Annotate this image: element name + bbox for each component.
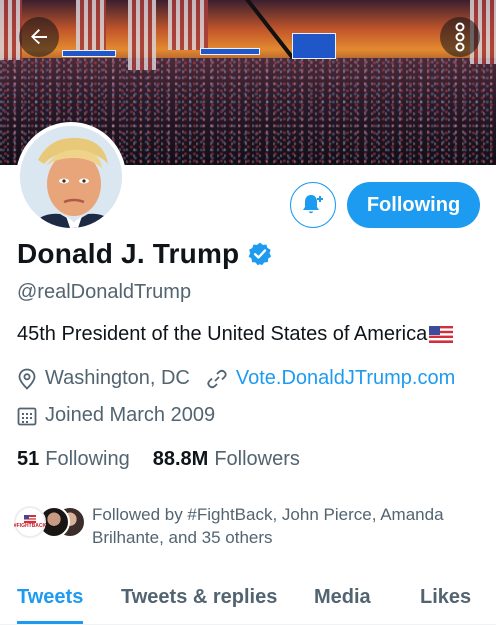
location-website-row: Washington, DC Vote.DonaldJTrump.com (17, 367, 455, 390)
tab-likes[interactable]: Likes (420, 570, 471, 625)
profile-tabs: Tweets Tweets & replies Media Likes (0, 570, 496, 625)
us-flag-emoji-icon (429, 326, 454, 343)
following-button[interactable]: Following (347, 182, 480, 228)
verified-badge-icon (248, 242, 272, 266)
banner-sign (62, 50, 116, 57)
tab-tweets-label: Tweets (17, 586, 84, 608)
link-icon (207, 369, 227, 388)
followers-label: Followers (214, 448, 300, 470)
banner-sign (292, 33, 336, 59)
profile-joined-date: Joined March 2009 (45, 404, 216, 426)
profile-avatar[interactable] (16, 122, 126, 232)
banner-flag (168, 0, 208, 50)
avatar-portrait (20, 126, 122, 228)
tab-media[interactable]: Media (314, 570, 371, 625)
banner-flag (128, 0, 156, 70)
profile-name-row: Donald J. Trump (17, 238, 273, 270)
tab-likes-label: Likes (420, 586, 472, 608)
banner-flag (0, 0, 22, 60)
following-label: Following (45, 448, 130, 470)
calendar-icon (17, 407, 37, 425)
tab-tweets[interactable]: Tweets (17, 570, 84, 625)
profile-bio: 45th President of the United States of A… (17, 323, 454, 346)
us-flag-icon (24, 515, 36, 523)
fightback-badge-text: #FIGHTBACK (13, 523, 47, 529)
profile-name: Donald J. Trump (17, 238, 240, 269)
followers-count: 88.8M (152, 448, 209, 470)
followed-by-avatars[interactable]: #FIGHTBACK (14, 502, 88, 542)
tab-tweets-replies-label: Tweets & replies (121, 586, 278, 608)
location-pin-icon (18, 368, 36, 390)
profile-website-link[interactable]: Vote.DonaldJTrump.com (236, 367, 455, 390)
tab-media-label: Media (314, 586, 371, 608)
mini-avatar-stack: #FIGHTBACK (14, 502, 88, 542)
profile-location: Washington, DC (45, 367, 190, 389)
joined-row: Joined March 2009 (17, 404, 215, 427)
followers-count-link[interactable]: 88.8M Followers (153, 448, 300, 471)
bio-text: 45th President of the United States of A… (17, 323, 428, 345)
following-count-link[interactable]: 51 Following (17, 448, 130, 471)
profile-handle: @realDonaldTrump (17, 281, 192, 303)
tab-tweets-replies[interactable]: Tweets & replies (121, 570, 277, 625)
more-vertical-icon (455, 22, 465, 52)
more-options-button[interactable] (440, 17, 480, 57)
notifications-button[interactable] (290, 182, 336, 228)
banner-flag (76, 0, 106, 55)
bell-plus-icon (303, 195, 323, 214)
arrow-left-icon (31, 29, 47, 45)
back-button[interactable] (19, 17, 59, 57)
banner-sign (200, 48, 260, 55)
follow-stats: 51 Following 88.8M Followers (17, 448, 300, 471)
mini-avatar-fightback: #FIGHTBACK (14, 506, 46, 538)
followed-by-text[interactable]: Followed by #FightBack, John Pierce, Ama… (92, 503, 472, 549)
following-count: 51 (17, 448, 40, 470)
